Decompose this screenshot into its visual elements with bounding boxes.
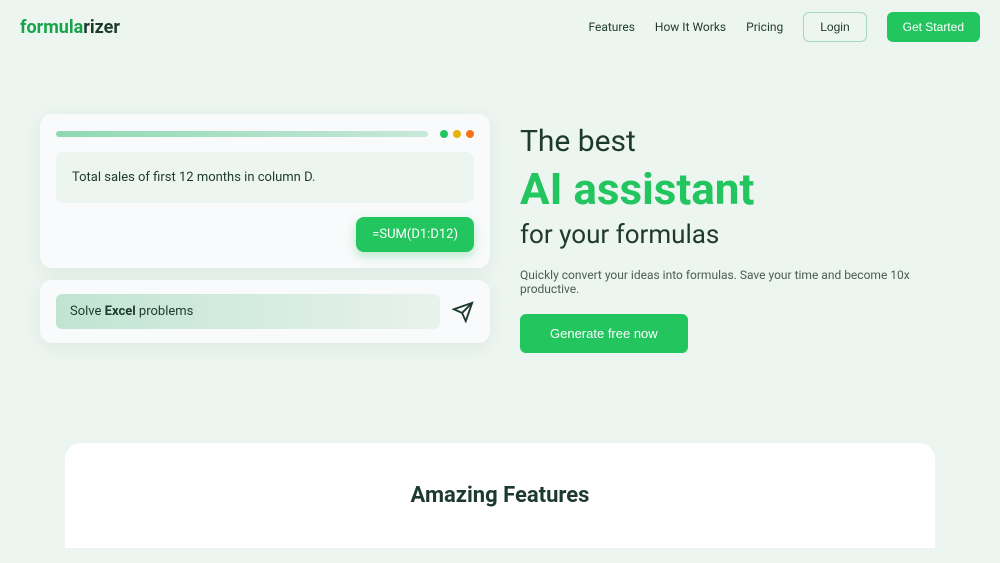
search-prefix: Solve [70,304,105,319]
dot-green-icon [440,130,448,138]
headline-1: The best [520,124,960,159]
subtext: Quickly convert your ideas into formulas… [520,268,960,296]
login-button[interactable]: Login [803,12,866,42]
nav-how-it-works[interactable]: How It Works [655,20,726,34]
logo[interactable]: formularizer [20,17,120,38]
headline-2: AI assistant [520,163,960,216]
headline-3: for your formulas [520,220,960,250]
dot-yellow-icon [453,130,461,138]
nav: Features How It Works Pricing Login Get … [588,12,980,42]
progress-bar [56,131,428,137]
features-title: Amazing Features [105,483,895,508]
formula-badge: =SUM(D1:D12) [356,217,474,252]
search-card: Solve Excel problems [40,280,490,343]
formula-result-row: =SUM(D1:D12) [56,217,474,252]
cta-button[interactable]: Generate free now [520,314,688,353]
logo-part1: formula [20,17,83,38]
search-bold: Excel [105,304,136,319]
window-dots [440,130,474,138]
features-section: Amazing Features [65,443,935,548]
header: formularizer Features How It Works Prici… [0,0,1000,54]
get-started-button[interactable]: Get Started [887,12,980,42]
nav-features[interactable]: Features [588,20,634,34]
search-suffix: problems [136,304,194,319]
send-icon[interactable] [452,301,474,323]
query-box: Total sales of first 12 months in column… [56,152,474,203]
search-input[interactable]: Solve Excel problems [56,294,440,329]
hero-left: Total sales of first 12 months in column… [40,114,490,353]
hero-right: The best AI assistant for your formulas … [520,114,960,353]
nav-pricing[interactable]: Pricing [746,20,783,34]
dot-orange-icon [466,130,474,138]
demo-card: Total sales of first 12 months in column… [40,114,490,268]
window-bar [56,130,474,138]
hero-section: Total sales of first 12 months in column… [0,54,1000,393]
logo-part2: rizer [83,17,120,38]
